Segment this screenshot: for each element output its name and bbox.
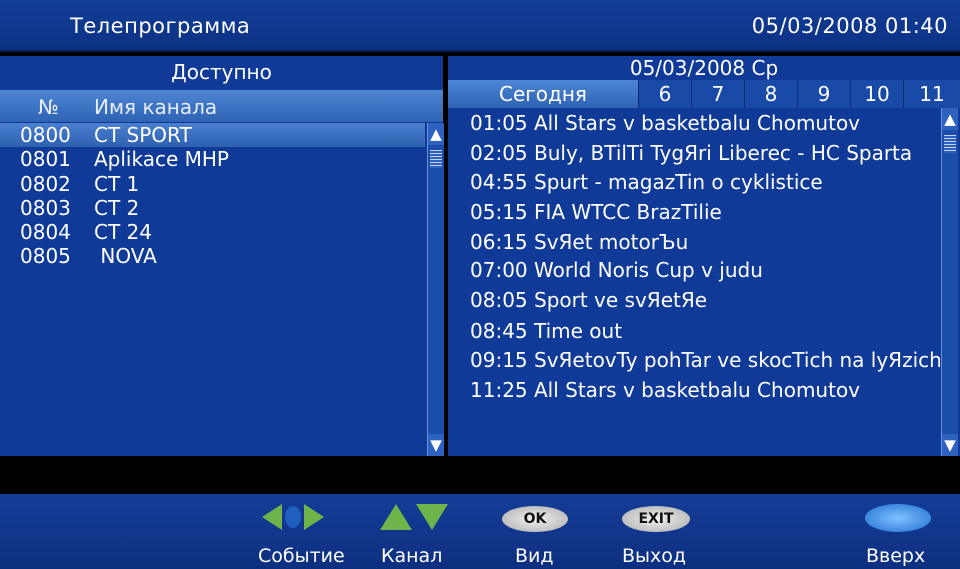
scroll-down-icon[interactable]: ▼	[942, 434, 958, 456]
ok-button[interactable]: OK	[502, 506, 568, 532]
program-item[interactable]: 11:25 All Stars v basketbalu Chomutov	[470, 378, 860, 402]
channel-name: CT 24	[94, 220, 152, 244]
channel-row[interactable]: 0801 Aplikace MHP	[0, 147, 425, 171]
view-label: Вид	[515, 545, 554, 567]
tab-day-8[interactable]: 8	[745, 80, 798, 108]
exit-button[interactable]: EXIT	[622, 506, 690, 532]
channel-name: NOVA	[94, 244, 157, 268]
channel-name: Aplikace MHP	[94, 147, 229, 171]
channel-number: 0801	[20, 147, 71, 171]
channel-row[interactable]: 0800 CT SPORT	[0, 123, 425, 147]
program-item[interactable]: 04:55 Spurt - magazTin o cyklistice	[470, 170, 823, 194]
scroll-up-icon[interactable]: ▲	[942, 108, 958, 130]
blue-button[interactable]	[865, 504, 931, 532]
tab-day-11[interactable]: 11	[904, 80, 960, 108]
tab-day-7[interactable]: 7	[692, 80, 745, 108]
program-item[interactable]: 08:05 Sport ve svЯetЯe	[470, 288, 707, 312]
tab-day-6[interactable]: 6	[639, 80, 692, 108]
program-item[interactable]: 08:45 Time out	[470, 319, 622, 343]
tab-day-9[interactable]: 9	[798, 80, 851, 108]
program-item[interactable]: 01:05 All Stars v basketbalu Chomutov	[470, 111, 860, 135]
channel-number: 0804	[20, 220, 71, 244]
program-list: 01:05 All Stars v basketbalu Chomutov 02…	[448, 108, 940, 454]
epg-date: 05/03/2008 Ср	[629, 56, 779, 80]
channel-number: 0800	[20, 123, 71, 147]
column-name-header: Имя канала	[94, 95, 218, 119]
page-title: Телепрограмма	[70, 14, 251, 38]
channel-row[interactable]: 0803 CT 2	[0, 196, 425, 220]
up-down-arrows-icon	[380, 504, 448, 530]
channel-panel-title: Доступно	[171, 60, 272, 84]
tab-day-10[interactable]: 10	[851, 80, 904, 108]
channel-row[interactable]: 0802 CT 1	[0, 172, 425, 196]
program-item[interactable]: 07:00 World Noris Cup v judu	[470, 258, 763, 282]
scroll-thumb[interactable]	[944, 135, 956, 153]
epg-scrollbar[interactable]: ▲ ▼	[941, 108, 958, 456]
program-item[interactable]: 02:05 Buly, BTilTi TygЯri Liberec - HC S…	[470, 141, 912, 165]
program-item[interactable]: 05:15 FIA WTCC BrazTilie	[470, 200, 722, 224]
tab-today[interactable]: Сегодня	[448, 80, 639, 108]
column-number-header: №	[38, 95, 59, 119]
scroll-down-icon[interactable]: ▼	[428, 434, 444, 456]
event-label: Событие	[258, 545, 345, 567]
help-bar	[0, 494, 960, 569]
channel-label: Канал	[381, 545, 443, 567]
channel-name: CT 1	[94, 172, 140, 196]
scroll-thumb[interactable]	[430, 150, 442, 168]
channel-number: 0805	[20, 244, 71, 268]
day-tabs: Сегодня 6 7 8 9 10 11	[448, 80, 960, 108]
program-item[interactable]: 06:15 SvЯet motorЪu	[470, 230, 688, 254]
channel-name: CT 2	[94, 196, 140, 220]
clock: 05/03/2008 01:40	[751, 14, 948, 38]
up-label: Вверх	[866, 545, 926, 567]
left-right-arrows-icon	[262, 504, 324, 530]
channel-number: 0802	[20, 172, 71, 196]
channel-row[interactable]: 0805 NOVA	[0, 244, 425, 268]
channel-number: 0803	[20, 196, 71, 220]
channel-scrollbar[interactable]: ▲ ▼	[427, 123, 444, 456]
exit-label: Выход	[622, 545, 687, 567]
channel-name: CT SPORT	[94, 123, 192, 147]
program-item[interactable]: 09:15 SvЯetovTy pohTar ve skocTich na ly…	[470, 348, 940, 372]
scroll-up-icon[interactable]: ▲	[428, 123, 444, 145]
channel-row[interactable]: 0804 CT 24	[0, 220, 425, 244]
channel-list-header	[0, 90, 443, 122]
